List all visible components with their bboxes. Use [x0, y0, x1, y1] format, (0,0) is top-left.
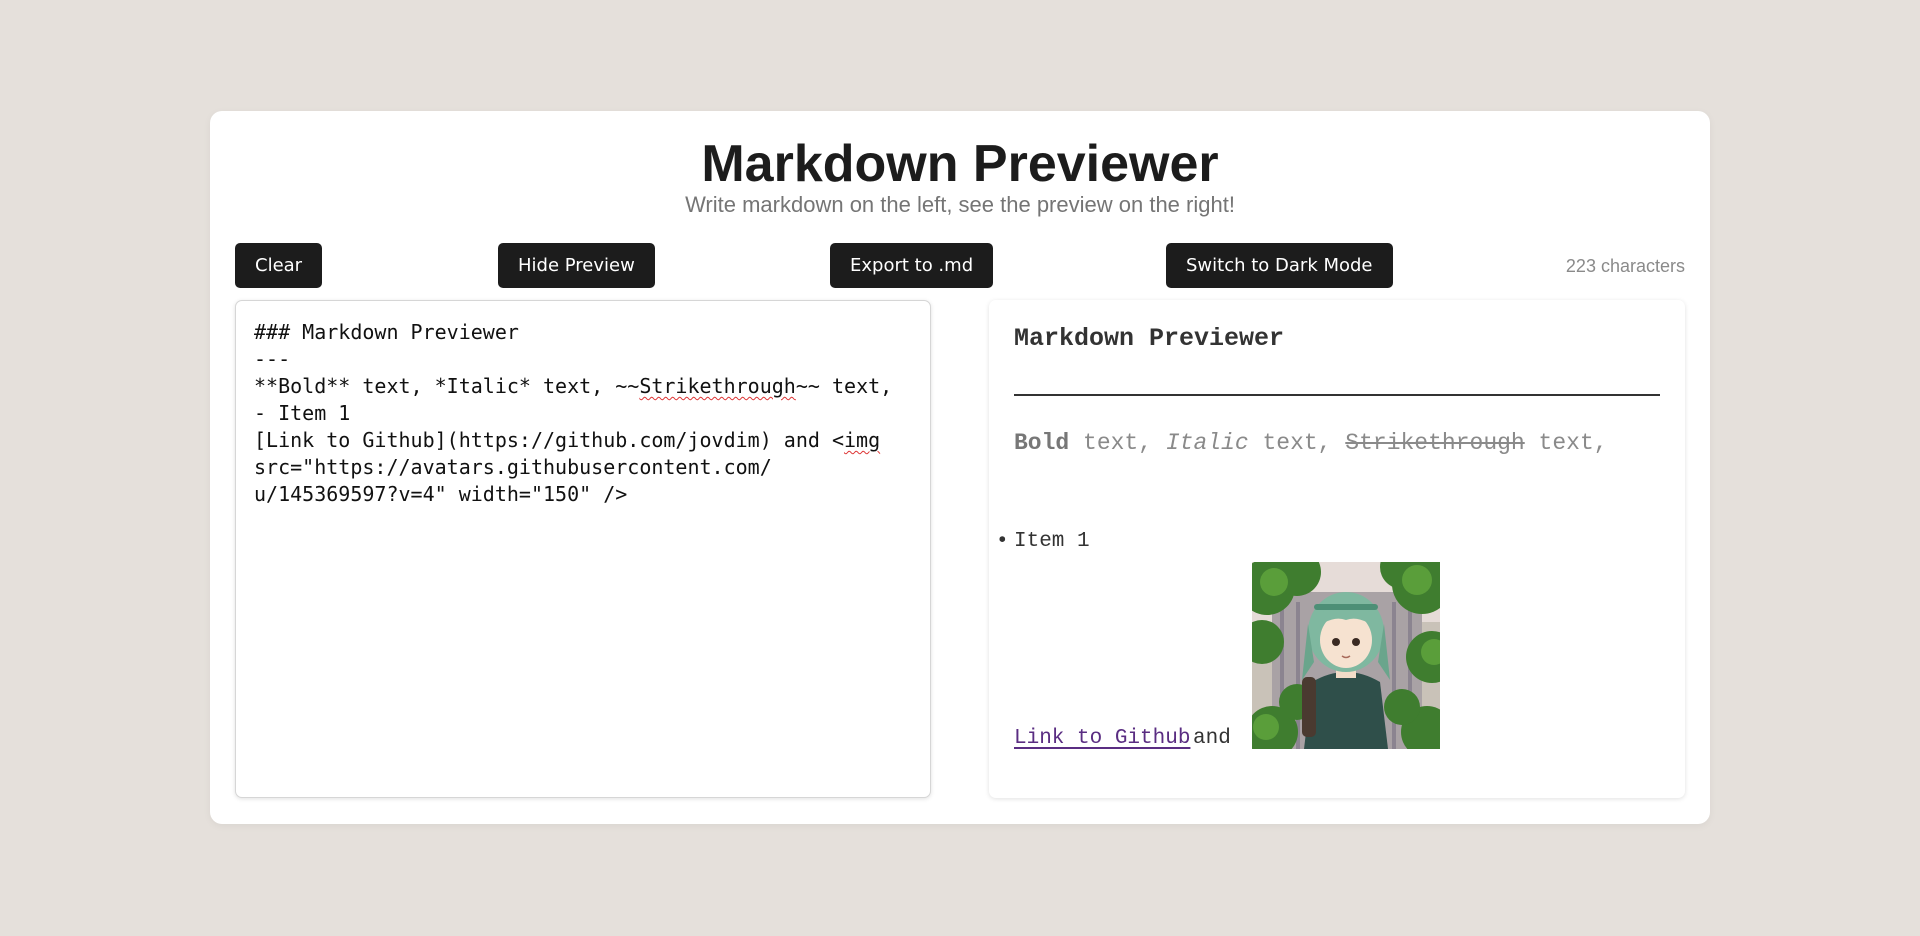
clear-button[interactable]: Clear	[235, 243, 323, 288]
dark-mode-button[interactable]: Switch to Dark Mode	[1166, 243, 1393, 288]
editor-text: ~~ text,	[795, 374, 893, 398]
avatar-image	[1252, 562, 1440, 749]
avatar-illustration	[1252, 562, 1440, 749]
preview-text: text,	[1524, 430, 1608, 456]
preview-strikethrough: Strikethrough	[1345, 430, 1525, 456]
list-item: • Item 1	[996, 530, 1090, 553]
preview-italic: Italic	[1165, 430, 1249, 456]
markdown-editor[interactable]: ### Markdown Previewer --- **Bold** text…	[235, 300, 931, 798]
editor-line: ---	[254, 347, 291, 371]
spellcheck-word: img	[844, 428, 881, 452]
page-subtitle: Write markdown on the left, see the prev…	[685, 192, 1235, 217]
preview-list: • Item 1	[989, 530, 1090, 553]
editor-line: ### Markdown Previewer	[254, 320, 519, 344]
editor-text: **Bold** text, *Italic* text, ~~	[254, 374, 640, 398]
preview-bold: Bold	[1014, 430, 1070, 456]
character-count: 223 characters	[1565, 256, 1685, 276]
editor-line: **Bold** text, *Italic* text, ~~Striketh…	[254, 374, 892, 398]
github-link[interactable]: Link to Github	[1014, 727, 1190, 750]
editor-line: src="https://avatars.githubusercontent.c…	[254, 455, 772, 479]
hide-preview-button[interactable]: Hide Preview	[498, 243, 655, 288]
list-item-text: Item 1	[1014, 530, 1090, 553]
bullet-icon: •	[996, 530, 1009, 553]
preview-divider	[1014, 394, 1660, 396]
export-button[interactable]: Export to .md	[830, 243, 994, 288]
app-card: Markdown Previewer Write markdown on the…	[210, 111, 1710, 824]
editor-text: [Link to Github](https://github.com/jovd…	[254, 428, 845, 452]
preview-and-text: and	[1193, 727, 1231, 750]
editor-line: [Link to Github](https://github.com/jovd…	[254, 428, 880, 452]
page-title: Markdown Previewer	[701, 135, 1219, 193]
editor-line: u/145369597?v=4" width="150" />	[254, 482, 628, 506]
preview-heading: Markdown Previewer	[1014, 324, 1285, 353]
markdown-preview: Markdown Previewer Bold text, Italic tex…	[989, 300, 1685, 798]
spellcheck-word: Strikethrough	[639, 374, 796, 398]
preview-text: text,	[1248, 430, 1346, 456]
preview-text: text,	[1069, 430, 1166, 456]
preview-paragraph: Bold text, Italic text, Strikethrough te…	[1014, 430, 1608, 456]
editor-line: - Item 1	[254, 401, 351, 425]
